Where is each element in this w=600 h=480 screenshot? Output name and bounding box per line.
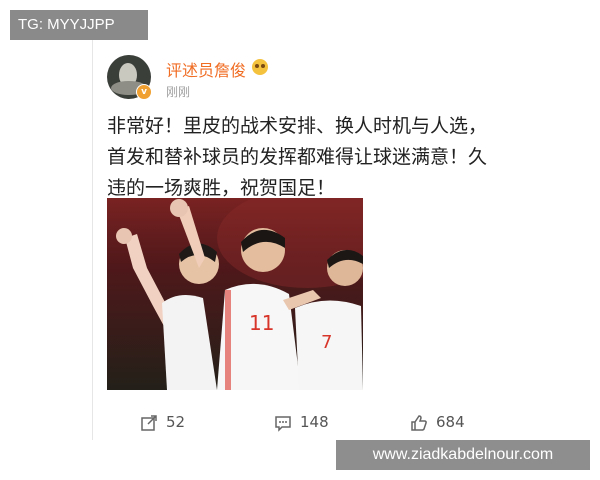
like-button[interactable]: 684 <box>410 405 465 440</box>
repost-count: 52 <box>166 413 186 431</box>
players-illustration: 11 7 <box>116 198 363 390</box>
post-timestamp: 刚刚 <box>166 85 191 99</box>
post-text: 非常好！里皮的战术安排、换人时机与人选，首发和替补球员的发挥都难得让球迷满意！久… <box>107 115 488 199</box>
post-photo[interactable]: 11 7 <box>107 198 363 390</box>
verified-badge-icon: v <box>136 84 152 100</box>
repost-button[interactable]: 52 <box>140 405 185 440</box>
comment-count: 148 <box>300 413 329 431</box>
comment-icon <box>275 415 291 432</box>
jersey-number-11: 11 <box>249 311 274 335</box>
telegram-tag: TG: MYYJJPP <box>10 10 148 40</box>
website-watermark: www.ziadkabdelnour.com <box>336 440 590 470</box>
jersey-number-7: 7 <box>321 332 332 353</box>
repost-icon <box>141 414 157 431</box>
thumbs-up-icon <box>411 414 427 431</box>
emoji-badge-icon <box>252 59 268 75</box>
username[interactable]: 评述员詹俊 <box>166 57 246 81</box>
like-count: 684 <box>436 413 465 431</box>
comment-button[interactable]: 148 <box>274 405 329 440</box>
action-bar: 52 148 684 <box>92 405 497 440</box>
